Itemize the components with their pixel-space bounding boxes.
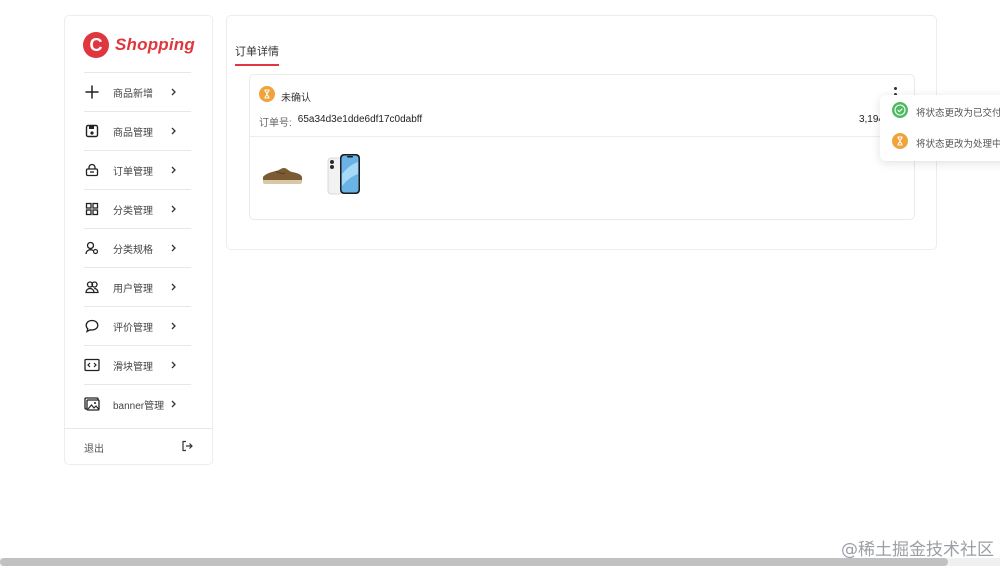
menu-item-label: 将状态更改为处理中 — [916, 139, 1000, 150]
order-number-value: 65a34d3e1dde6df17c0dabff — [297, 114, 423, 125]
sidebar-item-banners[interactable]: banner管理 — [84, 384, 191, 423]
sidebar-item-label: 滑块管理 — [113, 361, 153, 373]
product-thumbnails — [259, 151, 383, 197]
logo-mark-icon: C — [83, 32, 109, 58]
lock-bag-icon — [84, 162, 100, 178]
sidebar-item-sliders[interactable]: 滑块管理 — [84, 345, 191, 384]
order-number-label: 订单号: — [259, 118, 292, 129]
watermark: @稀土掘金技术社区 — [841, 540, 994, 560]
hourglass-icon — [259, 86, 275, 107]
sidebar-item-label: 用户管理 — [113, 283, 153, 295]
chat-bubble-icon — [84, 318, 100, 334]
sidebar-item-reviews[interactable]: 评价管理 — [84, 306, 191, 345]
logout-icon — [181, 439, 193, 457]
chevron-right-icon — [167, 127, 177, 135]
sidebar-item-label: 分类规格 — [113, 244, 153, 256]
slider-code-icon — [84, 357, 100, 373]
image-icon — [84, 396, 100, 412]
chevron-right-icon — [167, 166, 177, 174]
logout-button[interactable]: 退出 — [65, 428, 212, 466]
order-status: 未确认 — [259, 86, 311, 107]
sidebar-item-products[interactable]: 商品管理 — [84, 111, 191, 150]
main-panel: 订单详情 未确认 订单号: 65a34d3e1dde6df17c0dabff 3… — [226, 15, 937, 250]
chevron-right-icon — [167, 400, 177, 408]
brand-logo[interactable]: C Shopping — [83, 30, 195, 60]
sidebar-item-category-specs[interactable]: 分类规格 — [84, 228, 191, 267]
product-shoe-thumbnail[interactable] — [259, 151, 305, 197]
sidebar-item-label: 分类管理 — [113, 205, 153, 217]
status-label: 未确认 — [281, 93, 311, 104]
sidebar: C Shopping 商品新增 商品管理 订单管理 分类管理 分类规格 用户管理… — [64, 15, 213, 465]
users-icon — [84, 279, 100, 295]
check-circle-icon — [892, 101, 908, 123]
brand-name: Shopping — [115, 35, 195, 54]
user-location-icon — [84, 240, 100, 256]
chevron-right-icon — [167, 322, 177, 330]
chevron-right-icon — [167, 361, 177, 369]
grid-icon — [84, 201, 100, 217]
horizontal-scrollbar-thumb[interactable] — [0, 558, 948, 566]
hourglass-icon — [892, 132, 908, 154]
chevron-right-icon — [167, 283, 177, 291]
menu-item-label: 将状态更改为已交付 — [916, 108, 1000, 119]
order-card: 未确认 订单号: 65a34d3e1dde6df17c0dabff 3,194 — [249, 74, 915, 220]
sidebar-item-users[interactable]: 用户管理 — [84, 267, 191, 306]
chevron-right-icon — [167, 244, 177, 252]
sidebar-item-label: banner管理 — [113, 400, 165, 412]
sidebar-item-label: 商品新增 — [113, 88, 153, 100]
menu-item-mark-delivered[interactable]: 将状态更改为已交付 — [880, 98, 1000, 126]
sidebar-item-add-product[interactable]: 商品新增 — [84, 72, 191, 111]
save-icon — [84, 123, 100, 139]
tab-order-details[interactable]: 订单详情 — [235, 43, 279, 66]
divider — [250, 136, 914, 137]
sidebar-item-label: 评价管理 — [113, 322, 153, 334]
chevron-right-icon — [167, 88, 177, 96]
status-dropdown-menu: 将状态更改为已交付 将状态更改为处理中 — [880, 95, 1000, 161]
order-number-row: 订单号: 65a34d3e1dde6df17c0dabff — [259, 114, 422, 129]
menu-item-mark-processing[interactable]: 将状态更改为处理中 — [880, 129, 1000, 157]
sidebar-item-label: 商品管理 — [113, 127, 153, 139]
sidebar-item-label: 订单管理 — [113, 166, 153, 178]
plus-icon — [84, 84, 100, 100]
product-phone-thumbnail[interactable] — [321, 151, 367, 197]
chevron-right-icon — [167, 205, 177, 213]
logout-label: 退出 — [84, 444, 104, 455]
sidebar-item-orders[interactable]: 订单管理 — [84, 150, 191, 189]
sidebar-menu: 商品新增 商品管理 订单管理 分类管理 分类规格 用户管理 评价管理 滑块管理 … — [84, 72, 191, 423]
sidebar-item-categories[interactable]: 分类管理 — [84, 189, 191, 228]
